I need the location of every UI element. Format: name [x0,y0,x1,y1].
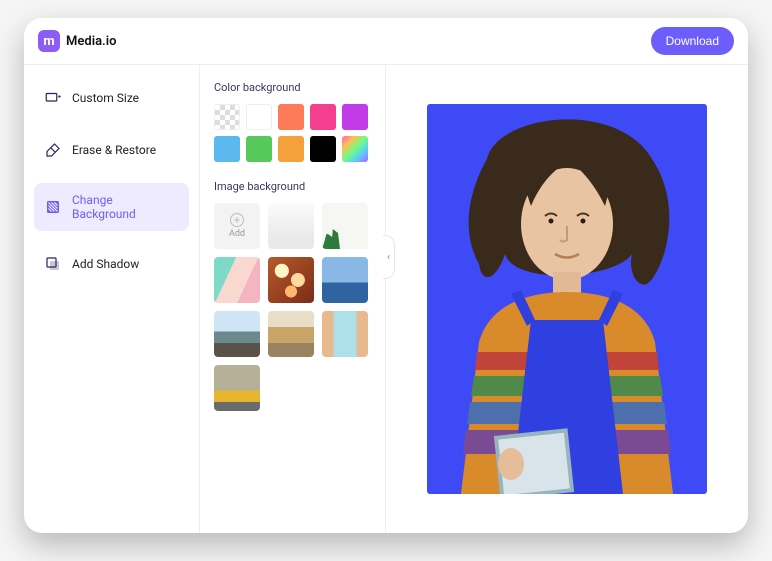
image-thumbs: + Add [214,203,371,411]
brand-logo-icon: m [38,30,60,52]
thumb-mountain-road[interactable] [214,311,260,357]
image-background-label: Image background [214,180,371,193]
erase-restore-icon [44,141,62,159]
color-swatches [214,104,371,162]
thumb-sea-sunset[interactable] [322,257,368,303]
options-panel: Color background Image background + Add [200,64,386,533]
brand: m Media.io [38,30,116,52]
thumb-taxis-city[interactable] [214,365,260,411]
swatch-rainbow[interactable] [342,136,368,162]
body: Custom Size Erase & Restore Change Backg… [24,64,748,533]
brand-name: Media.io [66,34,116,49]
sidebar-item-label: Custom Size [72,91,139,105]
collapse-panel-handle[interactable]: ‹ [383,235,395,279]
thumb-old-town-street[interactable] [268,311,314,357]
app-window: m Media.io Download Custom Size Erase & … [24,18,748,533]
swatch-orange[interactable] [278,136,304,162]
custom-size-icon [44,89,62,107]
swatch-white[interactable] [246,104,272,130]
change-background-icon [44,198,62,216]
plus-icon: + [230,213,244,227]
sidebar-item-label: Erase & Restore [72,143,156,157]
chevron-left-icon: ‹ [387,252,390,263]
color-background-label: Color background [214,81,371,94]
sidebar-item-add-shadow[interactable]: Add Shadow [34,245,189,283]
sidebar: Custom Size Erase & Restore Change Backg… [24,64,200,533]
thumb-plant-corner[interactable] [322,203,368,249]
swatch-transparent[interactable] [214,104,240,130]
preview-image[interactable] [427,104,707,494]
person-with-apron-icon [427,104,707,494]
thumb-bokeh-warm[interactable] [268,257,314,303]
add-shadow-icon [44,255,62,273]
thumb-blue-door[interactable] [322,311,368,357]
sidebar-item-label: Change Background [72,193,179,221]
sidebar-item-label: Add Shadow [72,257,139,271]
header: m Media.io Download [24,18,748,64]
swatch-black[interactable] [310,136,336,162]
sidebar-item-change-background[interactable]: Change Background [34,183,189,231]
thumb-pastel-stripes[interactable] [214,257,260,303]
swatch-green[interactable] [246,136,272,162]
swatch-purple[interactable] [342,104,368,130]
thumb-white-studio[interactable] [268,203,314,249]
canvas-area [386,64,748,533]
thumb-add-label: Add [229,229,245,239]
sidebar-item-custom-size[interactable]: Custom Size [34,79,189,117]
swatch-coral[interactable] [278,104,304,130]
swatch-sky-blue[interactable] [214,136,240,162]
download-button[interactable]: Download [651,27,734,55]
swatch-pink[interactable] [310,104,336,130]
thumb-add[interactable]: + Add [214,203,260,249]
sidebar-item-erase-restore[interactable]: Erase & Restore [34,131,189,169]
